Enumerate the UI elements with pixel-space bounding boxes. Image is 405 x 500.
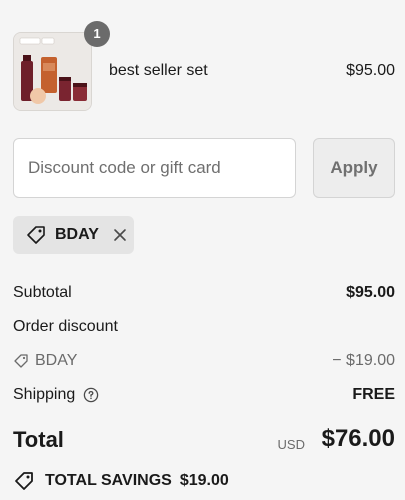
total-label: Total xyxy=(13,427,64,452)
help-icon[interactable] xyxy=(83,387,99,403)
product-name: best seller set xyxy=(109,62,208,79)
quantity-badge: 1 xyxy=(84,21,110,47)
tag-icon xyxy=(25,224,47,246)
discount-value: − $19.00 xyxy=(332,352,395,369)
total-savings-value: $19.00 xyxy=(179,472,229,489)
total-row: Total USD $76.00 xyxy=(13,425,395,459)
discount-code-row: BDAY − $19.00 xyxy=(13,352,395,376)
savings-tag-icon xyxy=(13,470,35,492)
currency-code: USD xyxy=(277,437,305,452)
total-value: $76.00 xyxy=(321,425,395,452)
subtotal-value: $95.00 xyxy=(346,284,395,301)
shipping-label: Shipping xyxy=(13,386,76,403)
subtotal-row: Subtotal $95.00 xyxy=(13,284,395,308)
shipping-row: Shipping FREE xyxy=(13,386,395,410)
close-icon[interactable] xyxy=(111,226,129,244)
shipping-value: FREE xyxy=(352,386,395,403)
order-discount-row: Order discount xyxy=(13,318,395,342)
applied-discount-chip: BDAY xyxy=(13,216,134,254)
product-thumbnail xyxy=(13,32,92,111)
total-savings-label: TOTAL SAVINGS xyxy=(45,472,172,489)
order-discount-label: Order discount xyxy=(13,318,118,335)
product-price: $95.00 xyxy=(346,62,395,79)
tag-icon xyxy=(13,353,29,369)
subtotal-label: Subtotal xyxy=(13,284,72,301)
discount-code-label: BDAY xyxy=(35,352,78,369)
apply-button[interactable]: Apply xyxy=(313,138,395,198)
applied-code-label: BDAY xyxy=(55,226,99,243)
cart-line-item: 1 best seller set $95.00 xyxy=(13,21,395,112)
discount-code-input[interactable] xyxy=(13,138,296,198)
product-bundle-image xyxy=(14,33,91,110)
total-savings-row: TOTAL SAVINGS $19.00 xyxy=(13,470,229,492)
